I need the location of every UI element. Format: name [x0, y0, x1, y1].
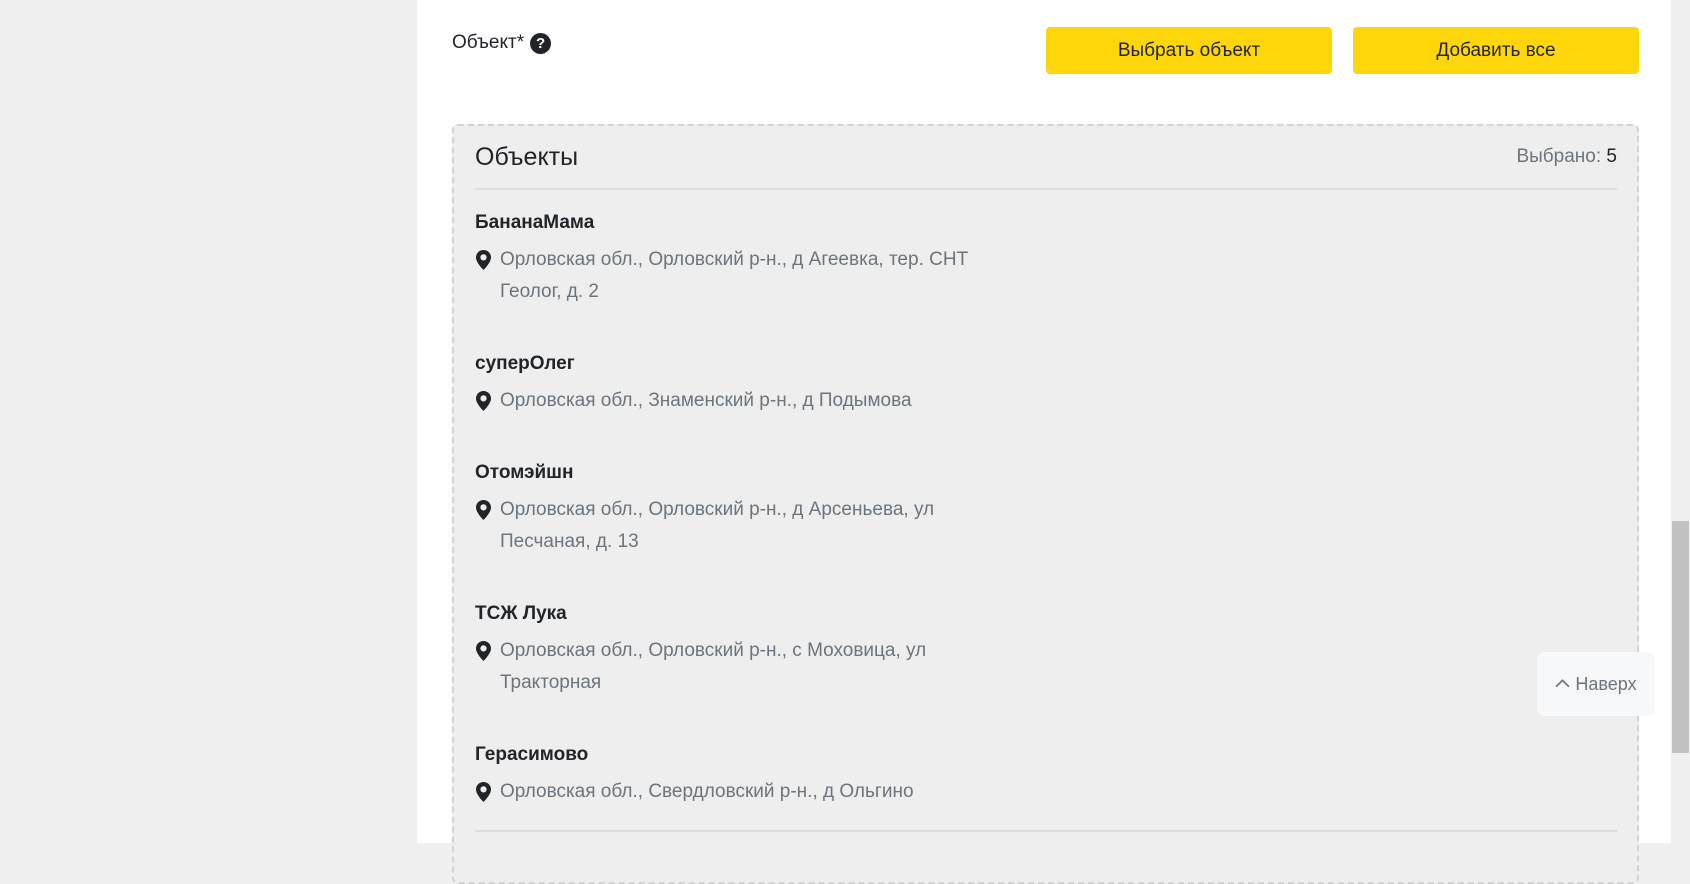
object-item[interactable]: ТСЖ Лука Орловская обл., Орловский р-н.,…	[475, 602, 995, 699]
object-address-text: Орловская обл., Орловский р-н., д Агеевк…	[500, 249, 969, 302]
object-name: ТСЖ Лука	[475, 603, 567, 624]
object-address-text: Орловская обл., Орловский р-н., д Арсень…	[500, 499, 935, 552]
left-sidebar-area	[0, 0, 417, 843]
object-address-text: Орловская обл., Свердловский р-н., д Оль…	[500, 781, 914, 802]
map-pin-icon	[475, 635, 500, 699]
object-field-label: Объект* ?	[452, 32, 552, 54]
objects-panel-title: Объекты	[475, 142, 579, 171]
object-address: Орловская обл., Знаменский р-н., д Подым…	[475, 385, 995, 417]
object-name: Герасимово	[475, 744, 589, 765]
object-item[interactable]: Отомэйшн Орловская обл., Орловский р-н.,…	[475, 461, 995, 558]
object-item[interactable]: Герасимово Орловская обл., Свердловский …	[475, 743, 995, 808]
map-pin-icon	[475, 244, 500, 308]
main-content: Объект* ? Выбрать объект Добавить все Об…	[417, 0, 1671, 884]
object-name: БананаМама	[475, 212, 595, 233]
object-address: Орловская обл., Орловский р-н., с Мохови…	[475, 635, 995, 699]
object-name: суперОлег	[475, 353, 575, 374]
scrollbar-thumb[interactable]	[1672, 521, 1689, 753]
object-address: Орловская обл., Орловский р-н., д Арсень…	[475, 494, 995, 558]
object-address: Орловская обл., Свердловский р-н., д Оль…	[475, 776, 995, 808]
object-field-label-text: Объект*	[452, 32, 525, 53]
help-icon[interactable]: ?	[530, 32, 552, 54]
scroll-to-top-button[interactable]: Наверх	[1537, 652, 1655, 716]
object-address: Орловская обл., Орловский р-н., д Агеевк…	[475, 244, 995, 308]
map-pin-icon	[475, 494, 500, 558]
map-pin-icon	[475, 776, 500, 808]
object-item[interactable]: суперОлег Орловская обл., Знаменский р-н…	[475, 352, 995, 417]
selected-count-label: Выбрано:	[1516, 146, 1602, 167]
add-all-button[interactable]: Добавить все	[1353, 27, 1639, 74]
object-address-text: Орловская обл., Знаменский р-н., д Подым…	[500, 390, 912, 411]
scroll-to-top-label: Наверх	[1575, 673, 1637, 694]
select-object-button[interactable]: Выбрать объект	[1046, 27, 1332, 74]
objects-panel-divider	[475, 830, 1617, 832]
selected-count-value: 5	[1606, 146, 1617, 167]
object-name: Отомэйшн	[475, 462, 574, 483]
selected-count: Выбрано: 5	[1516, 146, 1617, 168]
objects-panel-header: Объекты Выбрано: 5	[475, 126, 1617, 190]
object-item[interactable]: БананаМама Орловская обл., Орловский р-н…	[475, 211, 995, 308]
chevron-up-icon	[1555, 675, 1570, 693]
object-address-text: Орловская обл., Орловский р-н., с Мохови…	[500, 640, 927, 693]
map-pin-icon	[475, 385, 500, 417]
objects-panel: Объекты Выбрано: 5 БананаМама Орловская …	[452, 124, 1639, 884]
